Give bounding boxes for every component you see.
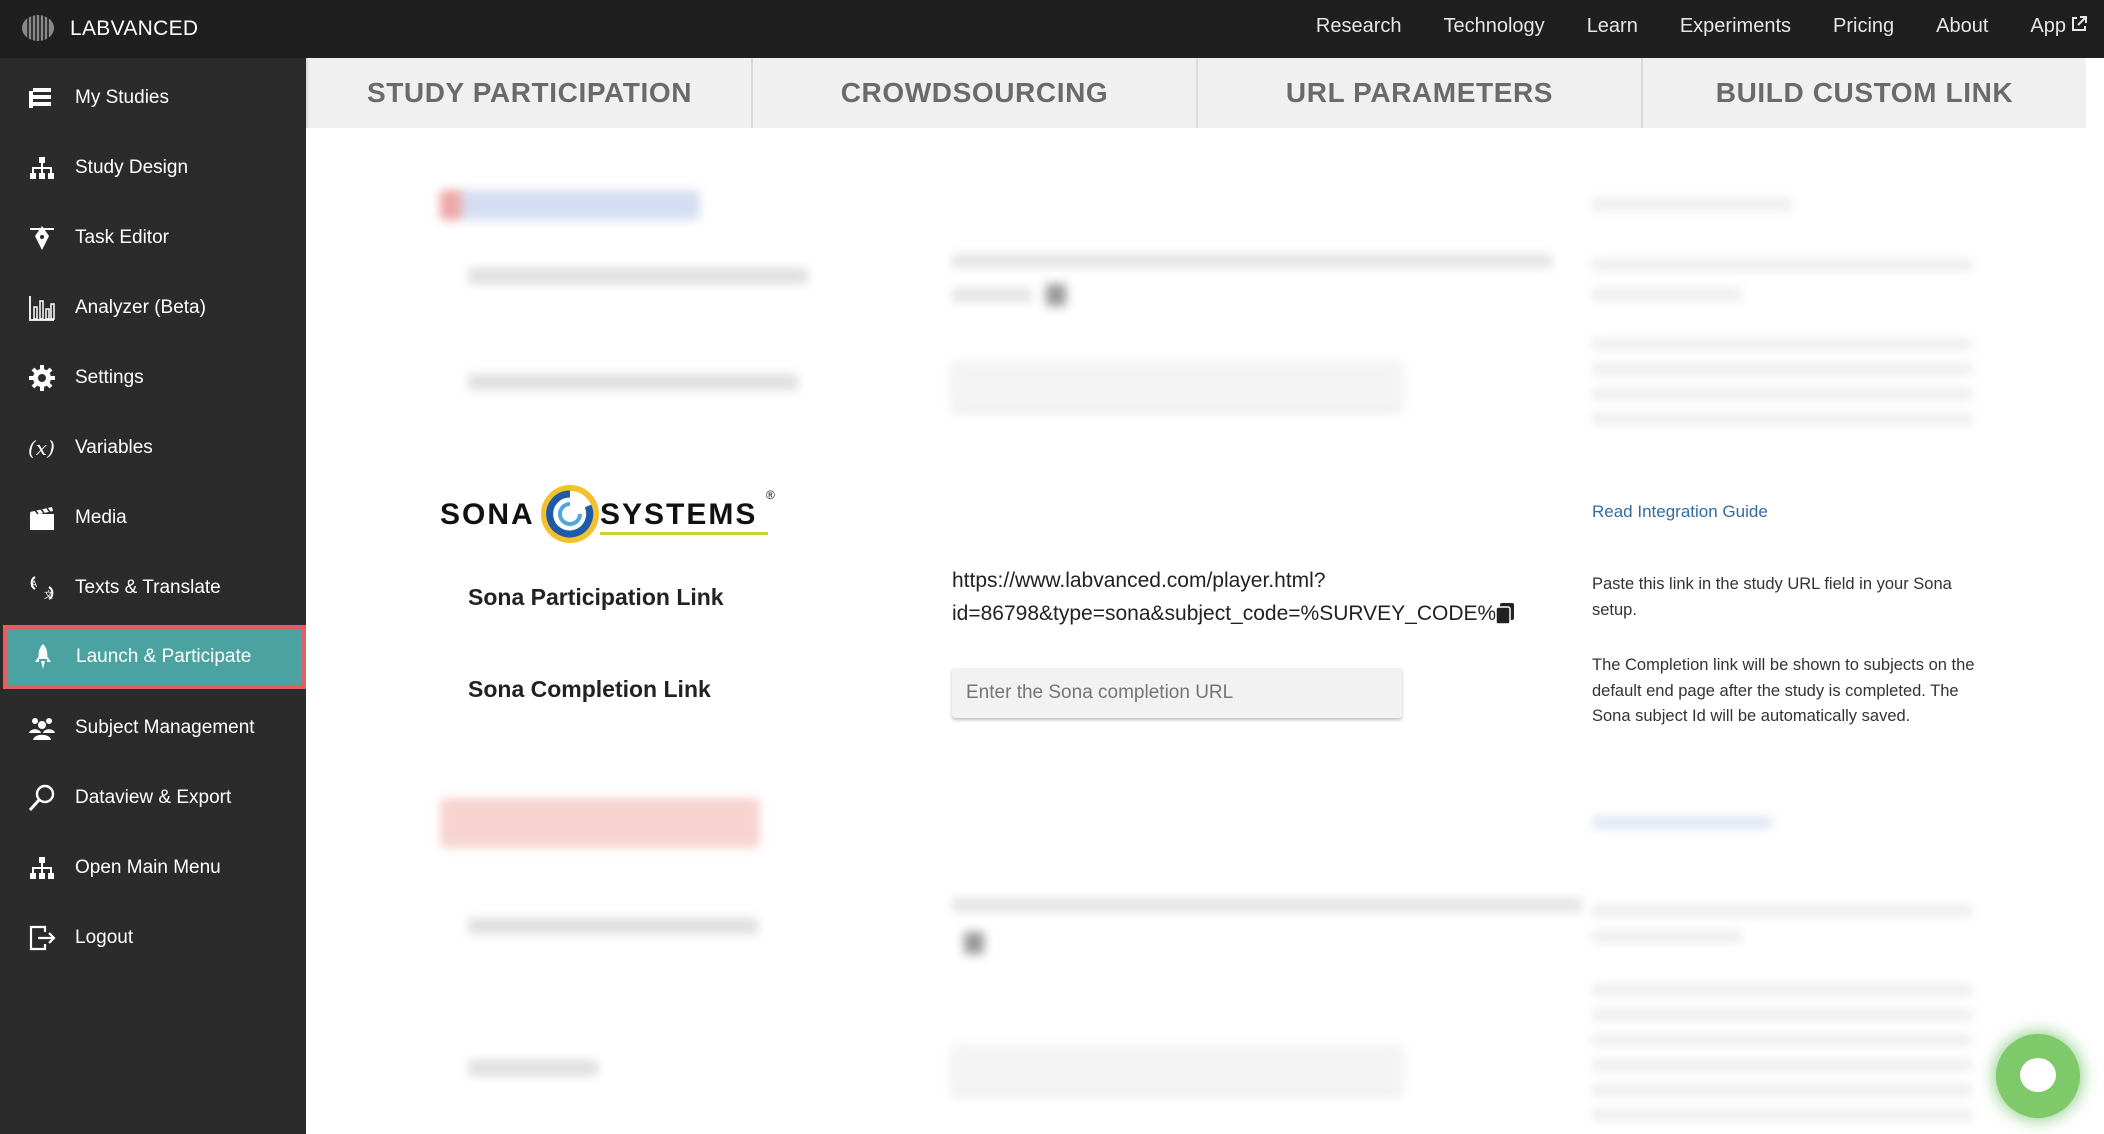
users-icon [25,711,59,745]
sona-participation-url[interactable]: https://www.labvanced.com/player.html? i… [952,564,1496,630]
nav-app-label: App [2030,14,2066,37]
sidebar-item-media[interactable]: Media [3,487,306,549]
sidebar-item-analyzer[interactable]: Analyzer (Beta) [3,277,306,339]
tab-build-custom-link[interactable]: BUILD CUSTOM LINK [1641,58,2086,128]
sidebar-item-label: Subject Management [75,717,255,738]
tab-url-parameters[interactable]: URL PARAMETERS [1196,58,1641,128]
sona-completion-hint: The Completion link will be shown to sub… [1592,656,1975,725]
sidebar-item-label: Study Design [75,157,189,178]
sidebar-item-label: Media [75,507,127,528]
nav-research[interactable]: Research [1316,15,1402,38]
sidebar-item-subject-management[interactable]: Subject Management [3,697,306,759]
sona-logo-underline [600,532,768,535]
sidebar-item-variables[interactable]: (x) Variables [3,417,306,479]
sidebar-item-texts-translate[interactable]: A文 Texts & Translate [3,557,306,619]
nav-about[interactable]: About [1936,15,1988,38]
sidebar-item-label: Task Editor [75,227,169,248]
brand-name: LABVANCED [70,17,199,40]
tab-crowdsourcing[interactable]: CROWDSOURCING [751,58,1196,128]
logout-icon [25,921,59,955]
top-nav: Research Technology Learn Experiments Pr… [1274,0,2088,52]
chart-icon [25,291,59,325]
sidebar-item-task-editor[interactable]: Task Editor [3,207,306,269]
sona-participation-url-line1: https://www.labvanced.com/player.html? [952,569,1326,592]
nav-pricing[interactable]: Pricing [1833,15,1894,38]
sidebar: My Studies Study Design Task Editor Anal… [0,58,306,1134]
sona-participation-url-line2: id=86798&type=sona&subject_code=%SURVEY_… [952,602,1497,625]
hierarchy-icon [25,851,59,885]
labvanced-logo-icon [22,15,54,44]
sidebar-item-settings[interactable]: Settings [3,347,306,409]
sidebar-item-logout[interactable]: Logout [3,907,306,969]
sidebar-item-label: Variables [75,437,153,458]
pen-icon [25,221,59,255]
copy-icon[interactable] [1492,600,1518,626]
list-icon [25,81,59,115]
sidebar-item-label: Dataview & Export [75,787,232,808]
read-integration-guide-link[interactable]: Read Integration Guide [1592,502,1768,522]
search-icon [25,781,59,815]
sona-participation-hint: Paste this link in the study URL field i… [1592,575,1952,619]
variable-icon: (x) [25,431,59,465]
chat-button[interactable] [1996,1034,2080,1118]
top-bar: LABVANCED Research Technology Learn Expe… [0,0,2104,58]
gear-icon [25,361,59,395]
sidebar-item-study-design[interactable]: Study Design [3,137,306,199]
sona-logo-mark: ® [766,488,775,502]
sidebar-item-label: Texts & Translate [75,577,221,598]
brand[interactable]: LABVANCED [20,12,198,46]
sidebar-item-label: Launch & Participate [76,646,252,667]
main-content: SONA SYSTEMS ® Read Integration Guide So… [306,128,2104,1134]
sona-completion-label: Sona Completion Link [468,676,711,702]
tab-bar: STUDY PARTICIPATION CROWDSOURCING URL PA… [306,58,2086,128]
svg-text:A: A [31,580,38,590]
nav-experiments[interactable]: Experiments [1680,15,1791,38]
sidebar-item-label: Analyzer (Beta) [75,297,206,318]
sona-logo-right-text: SYSTEMS [600,498,758,531]
media-icon [25,501,59,535]
sidebar-item-launch-participate[interactable]: Launch & Participate [3,625,306,689]
sidebar-item-label: Logout [75,927,134,948]
sona-participation-label: Sona Participation Link [468,584,724,610]
sona-logo-left-text: SONA [440,498,535,531]
sidebar-item-open-main-menu[interactable]: Open Main Menu [3,837,306,899]
nav-app[interactable]: App [2030,15,2088,38]
tab-study-participation[interactable]: STUDY PARTICIPATION [306,58,751,128]
sona-swirl-icon [541,485,599,543]
sidebar-item-label: Open Main Menu [75,857,221,878]
translate-icon: A文 [25,571,59,605]
svg-text:文: 文 [44,589,53,601]
nav-technology[interactable]: Technology [1444,15,1545,38]
external-link-icon [2072,15,2087,31]
sona-logo: SONA SYSTEMS ® [440,484,780,544]
sona-completion-input[interactable] [952,668,1402,718]
hierarchy-icon [25,151,59,185]
sidebar-item-my-studies[interactable]: My Studies [3,67,306,129]
chat-bubble-icon [2020,1058,2056,1092]
sidebar-item-label: My Studies [75,87,169,108]
sidebar-item-dataview-export[interactable]: Dataview & Export [3,767,306,829]
svg-text:(x): (x) [28,436,55,460]
nav-learn[interactable]: Learn [1587,15,1638,38]
rocket-icon [26,640,60,674]
sidebar-item-label: Settings [75,367,144,388]
